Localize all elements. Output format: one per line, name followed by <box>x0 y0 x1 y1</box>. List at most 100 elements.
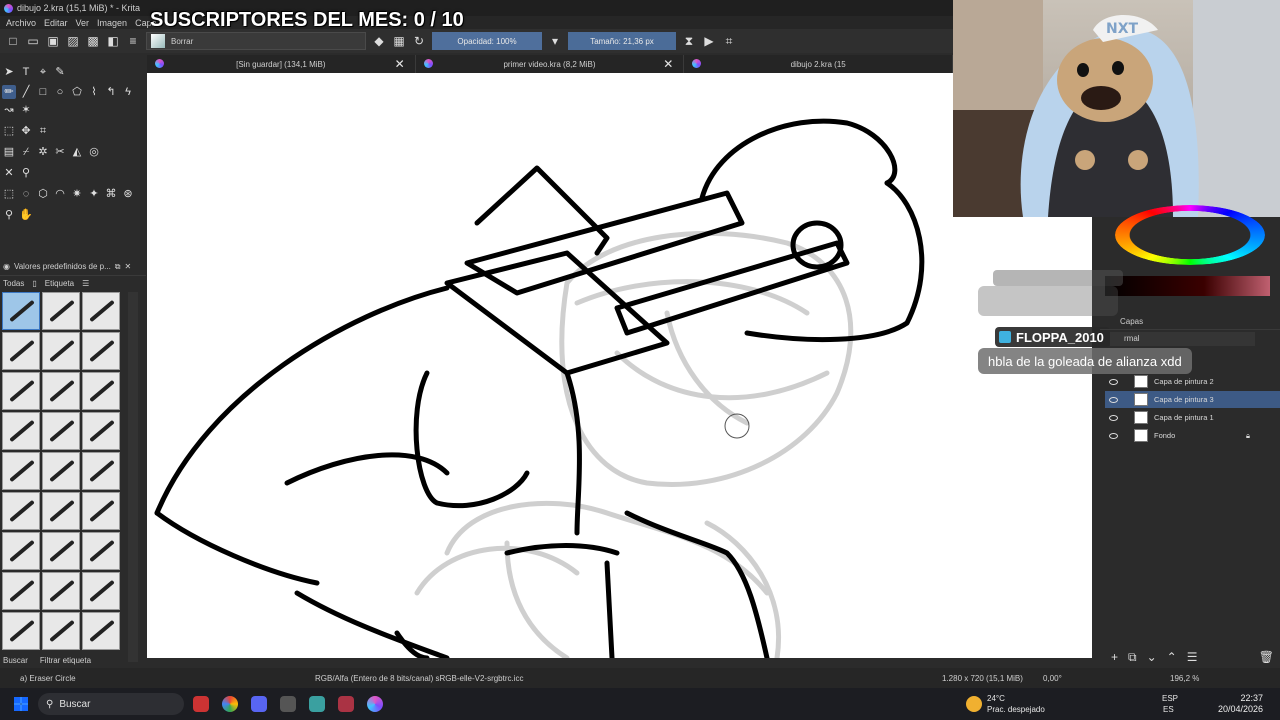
discord-icon[interactable] <box>251 696 267 712</box>
freehand-select-icon[interactable]: ◠ <box>53 187 67 201</box>
mirror-vertical-icon[interactable]: ▶ <box>702 34 716 48</box>
open-folder-icon[interactable]: ▭ <box>26 34 40 48</box>
preset-brush[interactable] <box>42 532 80 570</box>
layer-row[interactable]: Fondo 🔒︎ <box>1105 427 1280 444</box>
size-slider[interactable]: Tamaño: 21,36 px <box>568 32 676 50</box>
drawing-canvas[interactable] <box>147 73 1092 658</box>
list-view-icon[interactable]: ☰ <box>82 279 89 288</box>
preset-brush[interactable] <box>82 372 120 410</box>
menu-ver[interactable]: Ver <box>76 18 90 28</box>
menu-icon[interactable]: ≡ <box>126 34 140 48</box>
tab-unsaved[interactable]: [Sin guardar] (134,1 MiB) ✕ <box>147 55 416 73</box>
app-icon[interactable] <box>338 696 354 712</box>
eye-icon[interactable] <box>1109 432 1118 439</box>
taskbar-clock[interactable]: 22:37 20/04/2026 <box>1218 693 1263 715</box>
text-tool-icon[interactable]: T <box>19 65 33 79</box>
move-up-icon[interactable]: ⌃ <box>1167 650 1177 664</box>
transform-tool-icon[interactable]: ⬚ <box>2 124 16 138</box>
opacity-slider[interactable]: Opacidad: 100% <box>432 32 542 50</box>
lang-secondary[interactable]: ES <box>1163 705 1174 714</box>
tag-label[interactable]: Etiqueta <box>45 279 74 288</box>
polygon-tool-icon[interactable]: ⬠ <box>70 85 84 99</box>
taskbar-search[interactable]: ⚲ Buscar <box>38 693 184 715</box>
preset-brush[interactable] <box>82 492 120 530</box>
duplicate-layer-icon[interactable]: ⧉ <box>1128 650 1137 665</box>
chrome-icon[interactable] <box>222 696 238 712</box>
preset-brush[interactable] <box>2 612 40 650</box>
freehand-path-icon[interactable]: ϟ <box>121 85 135 99</box>
color-swap-icon[interactable]: ◧ <box>106 34 120 48</box>
fill-tool-icon[interactable]: ✂ <box>53 145 67 159</box>
preset-brush[interactable] <box>2 372 40 410</box>
preset-brush[interactable] <box>82 532 120 570</box>
menu-editar[interactable]: Editar <box>44 18 68 28</box>
layer-row[interactable]: Capa de pintura 3 <box>1105 391 1280 408</box>
preset-brush[interactable] <box>82 452 120 490</box>
measure-tool-icon[interactable]: ✕ <box>2 166 16 180</box>
eye-icon[interactable] <box>1109 414 1118 421</box>
filter-tag-checkbox[interactable]: Filtrar etiqueta <box>40 656 91 665</box>
chevron-down-icon[interactable]: ▾ <box>548 34 562 48</box>
windows-start-icon[interactable] <box>14 697 28 711</box>
preset-brush[interactable] <box>82 572 120 610</box>
preset-eraser[interactable] <box>2 292 40 330</box>
select-shape-icon[interactable]: ➤ <box>2 65 16 79</box>
preset-brush[interactable] <box>42 612 80 650</box>
preset-brush[interactable] <box>42 332 80 370</box>
float-icon[interactable]: ⧉ <box>115 262 121 272</box>
presets-scrollbar[interactable] <box>128 292 138 662</box>
crop-icon[interactable]: ⌗ <box>722 34 736 48</box>
preset-brush[interactable] <box>2 532 40 570</box>
reload-icon[interactable]: ↻ <box>412 34 426 48</box>
lang-primary[interactable]: ESP <box>1162 694 1178 703</box>
move-tool-icon[interactable]: ✥ <box>19 124 33 138</box>
eraser-mode-icon[interactable]: ◆ <box>372 34 386 48</box>
ellipse-select-icon[interactable]: ◌ <box>19 187 33 201</box>
obs-icon[interactable] <box>280 696 296 712</box>
polyline-tool-icon[interactable]: ⌇ <box>87 85 101 99</box>
toggle-icon[interactable]: ◉ <box>3 262 10 271</box>
preset-brush[interactable] <box>82 612 120 650</box>
reference-tool-icon[interactable]: ⚲ <box>19 166 33 180</box>
tab-primer-video[interactable]: primer video.kra (8,2 MiB) ✕ <box>416 55 685 73</box>
close-icon[interactable]: ✕ <box>663 57 673 71</box>
contiguous-select-icon[interactable]: ✷ <box>70 187 84 201</box>
eye-icon[interactable] <box>1109 396 1118 403</box>
opera-icon[interactable] <box>193 696 209 712</box>
brush-tool-icon[interactable]: ✏ <box>2 85 16 99</box>
preset-brush[interactable] <box>42 492 80 530</box>
lock-icon[interactable]: 🔒︎ <box>1246 431 1250 441</box>
menu-imagen[interactable]: Imagen <box>97 18 127 28</box>
tab-dibujo-2[interactable]: dibujo 2.kra (15 <box>684 55 954 73</box>
magnetic-select-icon[interactable]: ⊛ <box>121 187 135 201</box>
rect-select-icon[interactable]: ⬚ <box>2 187 16 201</box>
preset-brush[interactable] <box>42 412 80 450</box>
filter-dropdown[interactable]: Todas <box>3 279 24 288</box>
preset-brush[interactable] <box>2 572 40 610</box>
calligraphy-icon[interactable]: ✎ <box>53 65 67 79</box>
bezier-tool-icon[interactable]: ↰ <box>104 85 118 99</box>
krita-taskbar-icon[interactable] <box>367 696 383 712</box>
color-picker-icon[interactable]: ⌿ <box>19 145 33 159</box>
dynamic-brush-icon[interactable]: ↝ <box>2 103 16 117</box>
preset-brush[interactable] <box>42 572 80 610</box>
similar-select-icon[interactable]: ✦ <box>87 187 101 201</box>
preset-brush[interactable] <box>42 372 80 410</box>
pattern-icon[interactable]: ▩ <box>86 34 100 48</box>
preset-brush[interactable] <box>82 292 120 330</box>
close-icon[interactable]: ✕ <box>125 262 132 271</box>
bezier-select-icon[interactable]: ⌘ <box>104 187 118 201</box>
rectangle-tool-icon[interactable]: □ <box>36 85 50 99</box>
app-icon[interactable] <box>309 696 325 712</box>
delete-layer-icon[interactable]: 🗑︎ <box>1259 650 1274 664</box>
preset-brush[interactable] <box>82 332 120 370</box>
alpha-lock-icon[interactable]: ▦ <box>392 34 406 48</box>
new-document-icon[interactable]: □ <box>6 34 20 48</box>
assistant-tool-icon[interactable]: ◎ <box>87 145 101 159</box>
preset-brush[interactable] <box>2 332 40 370</box>
blend-mode-select[interactable]: rmal <box>1110 332 1255 346</box>
preset-brush[interactable] <box>42 292 80 330</box>
preset-brush[interactable] <box>2 412 40 450</box>
close-icon[interactable]: ✕ <box>395 57 405 71</box>
gradient-icon[interactable]: ▨ <box>66 34 80 48</box>
